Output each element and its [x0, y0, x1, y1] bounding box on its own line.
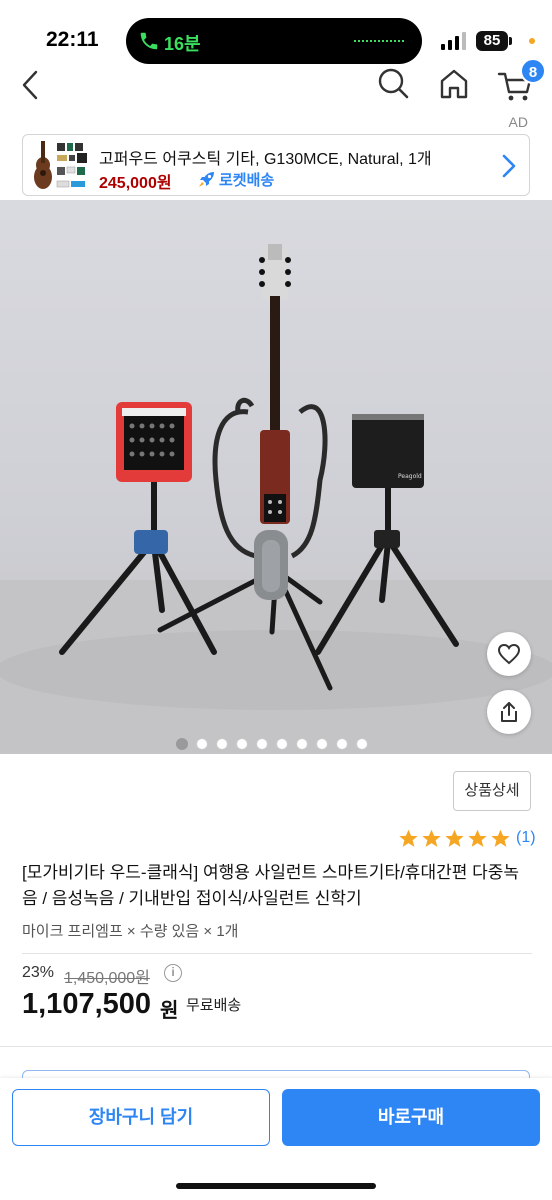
phone-icon: [140, 32, 158, 50]
bottom-action-bar: 장바구니 담기 바로구매: [0, 1078, 552, 1200]
ad-banner[interactable]: 고퍼우드 어쿠스틱 기타, G130MCE, Natural, 1개 245,0…: [22, 134, 530, 196]
product-image-gallery[interactable]: Peagold: [0, 200, 552, 754]
info-icon[interactable]: i: [164, 964, 182, 982]
cart-count-badge: 8: [520, 58, 546, 84]
search-icon[interactable]: [376, 66, 410, 102]
star-icon: [491, 829, 510, 847]
selected-option[interactable]: 마이크 프리엠프 × 수량 있음 × 1개: [22, 920, 238, 941]
gallery-dot[interactable]: [316, 738, 328, 750]
ad-product-thumbnail: [27, 137, 93, 195]
star-icon: [422, 829, 441, 847]
shipping-info: 무료배송: [186, 997, 242, 1014]
signal-icon: [441, 32, 466, 50]
star-icon: [445, 829, 464, 847]
review-count-link[interactable]: (1): [516, 829, 536, 847]
star-icon: [399, 829, 418, 847]
status-time: 22:11: [46, 28, 99, 51]
heart-icon: [497, 643, 521, 665]
rocket-delivery-badge: 로켓배송: [219, 172, 275, 189]
share-button[interactable]: [487, 690, 531, 734]
gallery-dot[interactable]: [276, 738, 288, 750]
chevron-right-icon[interactable]: [501, 153, 517, 179]
call-duration: 16분: [164, 34, 201, 54]
status-bar: 22:11 16분 85: [0, 0, 552, 64]
divider: [0, 1046, 552, 1047]
share-icon: [501, 702, 517, 722]
price-currency: 원: [160, 1000, 179, 1022]
divider: [22, 953, 532, 954]
gallery-dot[interactable]: [196, 738, 208, 750]
gallery-dot[interactable]: [336, 738, 348, 750]
rating-stars[interactable]: [398, 828, 511, 850]
gallery-dot[interactable]: [216, 738, 228, 750]
buy-now-button[interactable]: 바로구매: [282, 1089, 540, 1146]
home-icon[interactable]: [436, 66, 472, 102]
battery-tip: [509, 37, 512, 45]
original-price: 1,450,000원: [64, 970, 150, 987]
dynamic-island-call[interactable]: 16분: [126, 18, 422, 64]
gallery-dot-active[interactable]: [176, 738, 188, 750]
star-icon: [468, 829, 487, 847]
audio-wave-icon: [354, 40, 404, 42]
discount-rate: 23%: [22, 964, 55, 981]
gallery-dot[interactable]: [236, 738, 248, 750]
product-title: [모가비기타 우드-클래식] 여행용 사일런트 스마트기타/휴대간편 다중녹음 …: [22, 863, 520, 908]
home-indicator[interactable]: [176, 1183, 376, 1189]
back-icon[interactable]: [16, 68, 46, 102]
gallery-dot[interactable]: [296, 738, 308, 750]
privacy-dot: [529, 38, 535, 44]
ad-product-name: 고퍼우드 어쿠스틱 기타, G130MCE, Natural, 1개: [99, 151, 432, 168]
wishlist-button[interactable]: [487, 632, 531, 676]
ad-product-price: 245,000원: [99, 175, 172, 192]
product-detail-button[interactable]: 상품상세: [453, 771, 531, 811]
ad-label: AD: [508, 114, 528, 130]
gallery-dot[interactable]: [356, 738, 368, 750]
battery-icon: 85: [476, 31, 508, 51]
top-nav: 8: [0, 58, 552, 110]
product-photo: Peagold: [0, 244, 552, 754]
sale-price: 1,107,500: [22, 988, 152, 1020]
gallery-pagination[interactable]: [176, 738, 368, 750]
add-to-cart-button[interactable]: 장바구니 담기: [12, 1089, 270, 1146]
rocket-icon: [199, 172, 214, 187]
svg-text:Peagold: Peagold: [398, 473, 422, 480]
gallery-dot[interactable]: [256, 738, 268, 750]
